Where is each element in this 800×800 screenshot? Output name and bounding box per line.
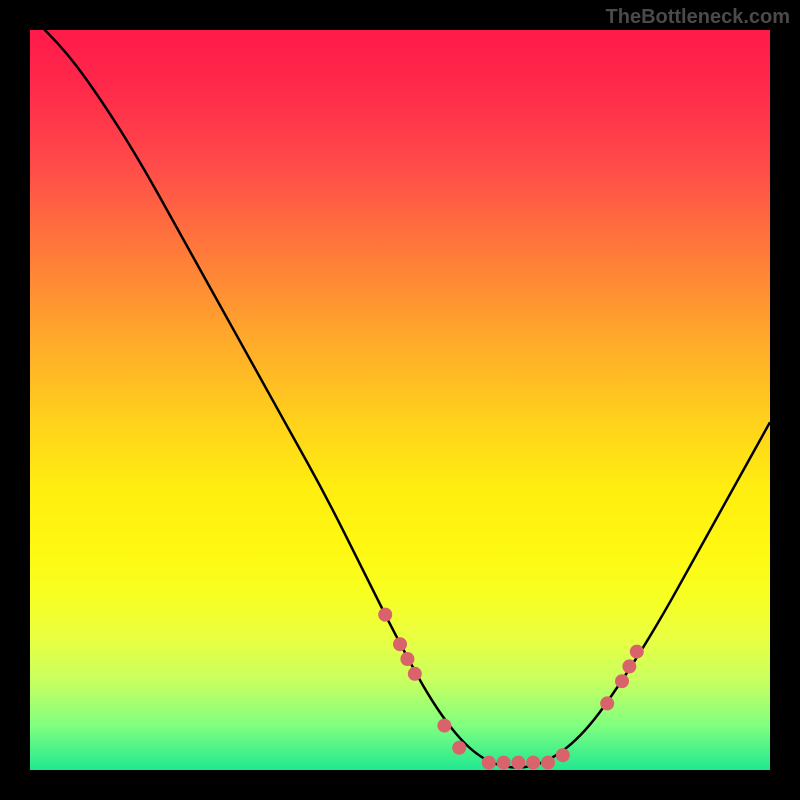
data-point [526,756,540,770]
data-point [482,756,496,770]
data-point [408,667,422,681]
data-point [541,756,555,770]
data-point [511,756,525,770]
data-point [400,652,414,666]
data-point [437,719,451,733]
bottleneck-curve-line [30,30,770,768]
data-point [393,637,407,651]
data-point [622,659,636,673]
data-point [556,748,570,762]
chart-plot-area [30,30,770,770]
chart-svg [30,30,770,770]
data-point [600,696,614,710]
watermark-text: TheBottleneck.com [606,6,790,29]
data-point [615,674,629,688]
data-point [378,608,392,622]
highlighted-points-group [378,608,644,770]
data-point [452,741,466,755]
data-point [630,645,644,659]
data-point [497,756,511,770]
